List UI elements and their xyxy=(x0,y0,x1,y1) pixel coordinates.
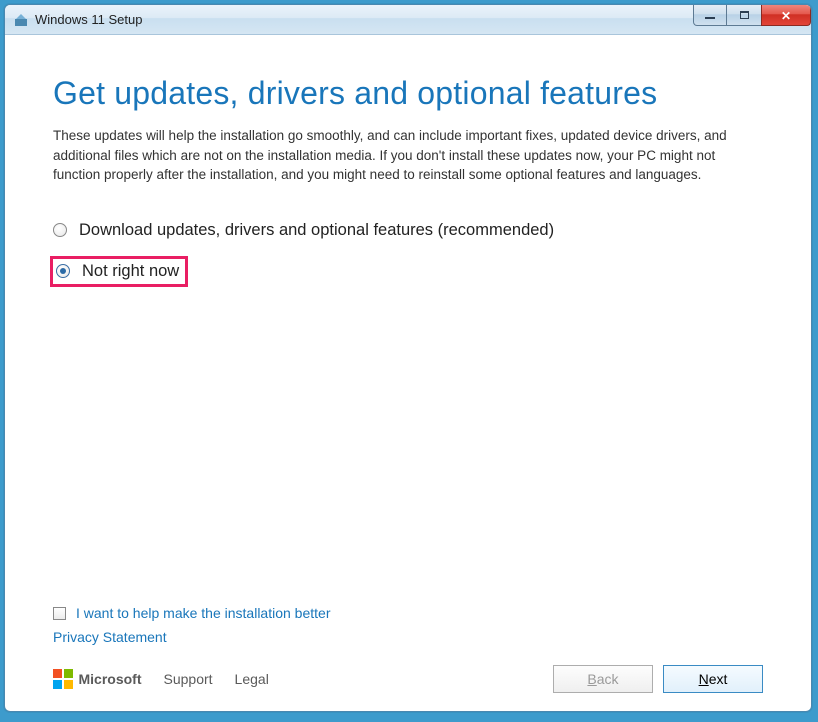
radio-option-not-now[interactable]: Not right now xyxy=(53,256,763,287)
window-title: Windows 11 Setup xyxy=(35,12,142,27)
legal-link[interactable]: Legal xyxy=(235,671,269,687)
footer-left: Microsoft Support Legal xyxy=(53,669,269,689)
checkbox-icon xyxy=(53,607,66,620)
help-improve-checkbox-row[interactable]: I want to help make the installation bet… xyxy=(53,605,763,621)
page-heading: Get updates, drivers and optional featur… xyxy=(53,75,763,112)
minimize-icon xyxy=(705,17,715,19)
back-button[interactable]: Back xyxy=(553,665,653,693)
next-button[interactable]: Next xyxy=(663,665,763,693)
footer-area: I want to help make the installation bet… xyxy=(53,605,763,693)
close-icon xyxy=(781,7,791,23)
page-description: These updates will help the installation… xyxy=(53,126,763,185)
setup-window: Windows 11 Setup Get updates, drivers an… xyxy=(4,4,812,712)
radio-icon xyxy=(53,223,67,237)
back-button-rest: ack xyxy=(597,671,619,687)
content-area: Get updates, drivers and optional featur… xyxy=(5,35,811,287)
radio-option-download[interactable]: Download updates, drivers and optional f… xyxy=(53,221,763,240)
footer-row: Microsoft Support Legal Back Next xyxy=(53,665,763,693)
highlight-annotation: Not right now xyxy=(50,256,188,287)
microsoft-logo-icon xyxy=(53,669,73,689)
radio-label: Download updates, drivers and optional f… xyxy=(79,221,554,240)
maximize-button[interactable] xyxy=(727,4,761,26)
microsoft-logo-text: Microsoft xyxy=(79,671,142,687)
minimize-button[interactable] xyxy=(693,4,727,26)
help-improve-label: I want to help make the installation bet… xyxy=(76,605,330,621)
support-link[interactable]: Support xyxy=(164,671,213,687)
update-options-group: Download updates, drivers and optional f… xyxy=(53,221,763,287)
next-button-rest: ext xyxy=(709,671,728,687)
maximize-icon xyxy=(740,11,749,19)
app-icon xyxy=(13,12,29,28)
microsoft-logo: Microsoft xyxy=(53,669,142,689)
title-bar: Windows 11 Setup xyxy=(5,5,811,35)
close-button[interactable] xyxy=(761,4,811,26)
nav-buttons: Back Next xyxy=(553,665,763,693)
window-controls xyxy=(693,4,811,26)
radio-icon xyxy=(56,264,70,278)
radio-label: Not right now xyxy=(82,262,179,281)
privacy-statement-link[interactable]: Privacy Statement xyxy=(53,629,167,645)
